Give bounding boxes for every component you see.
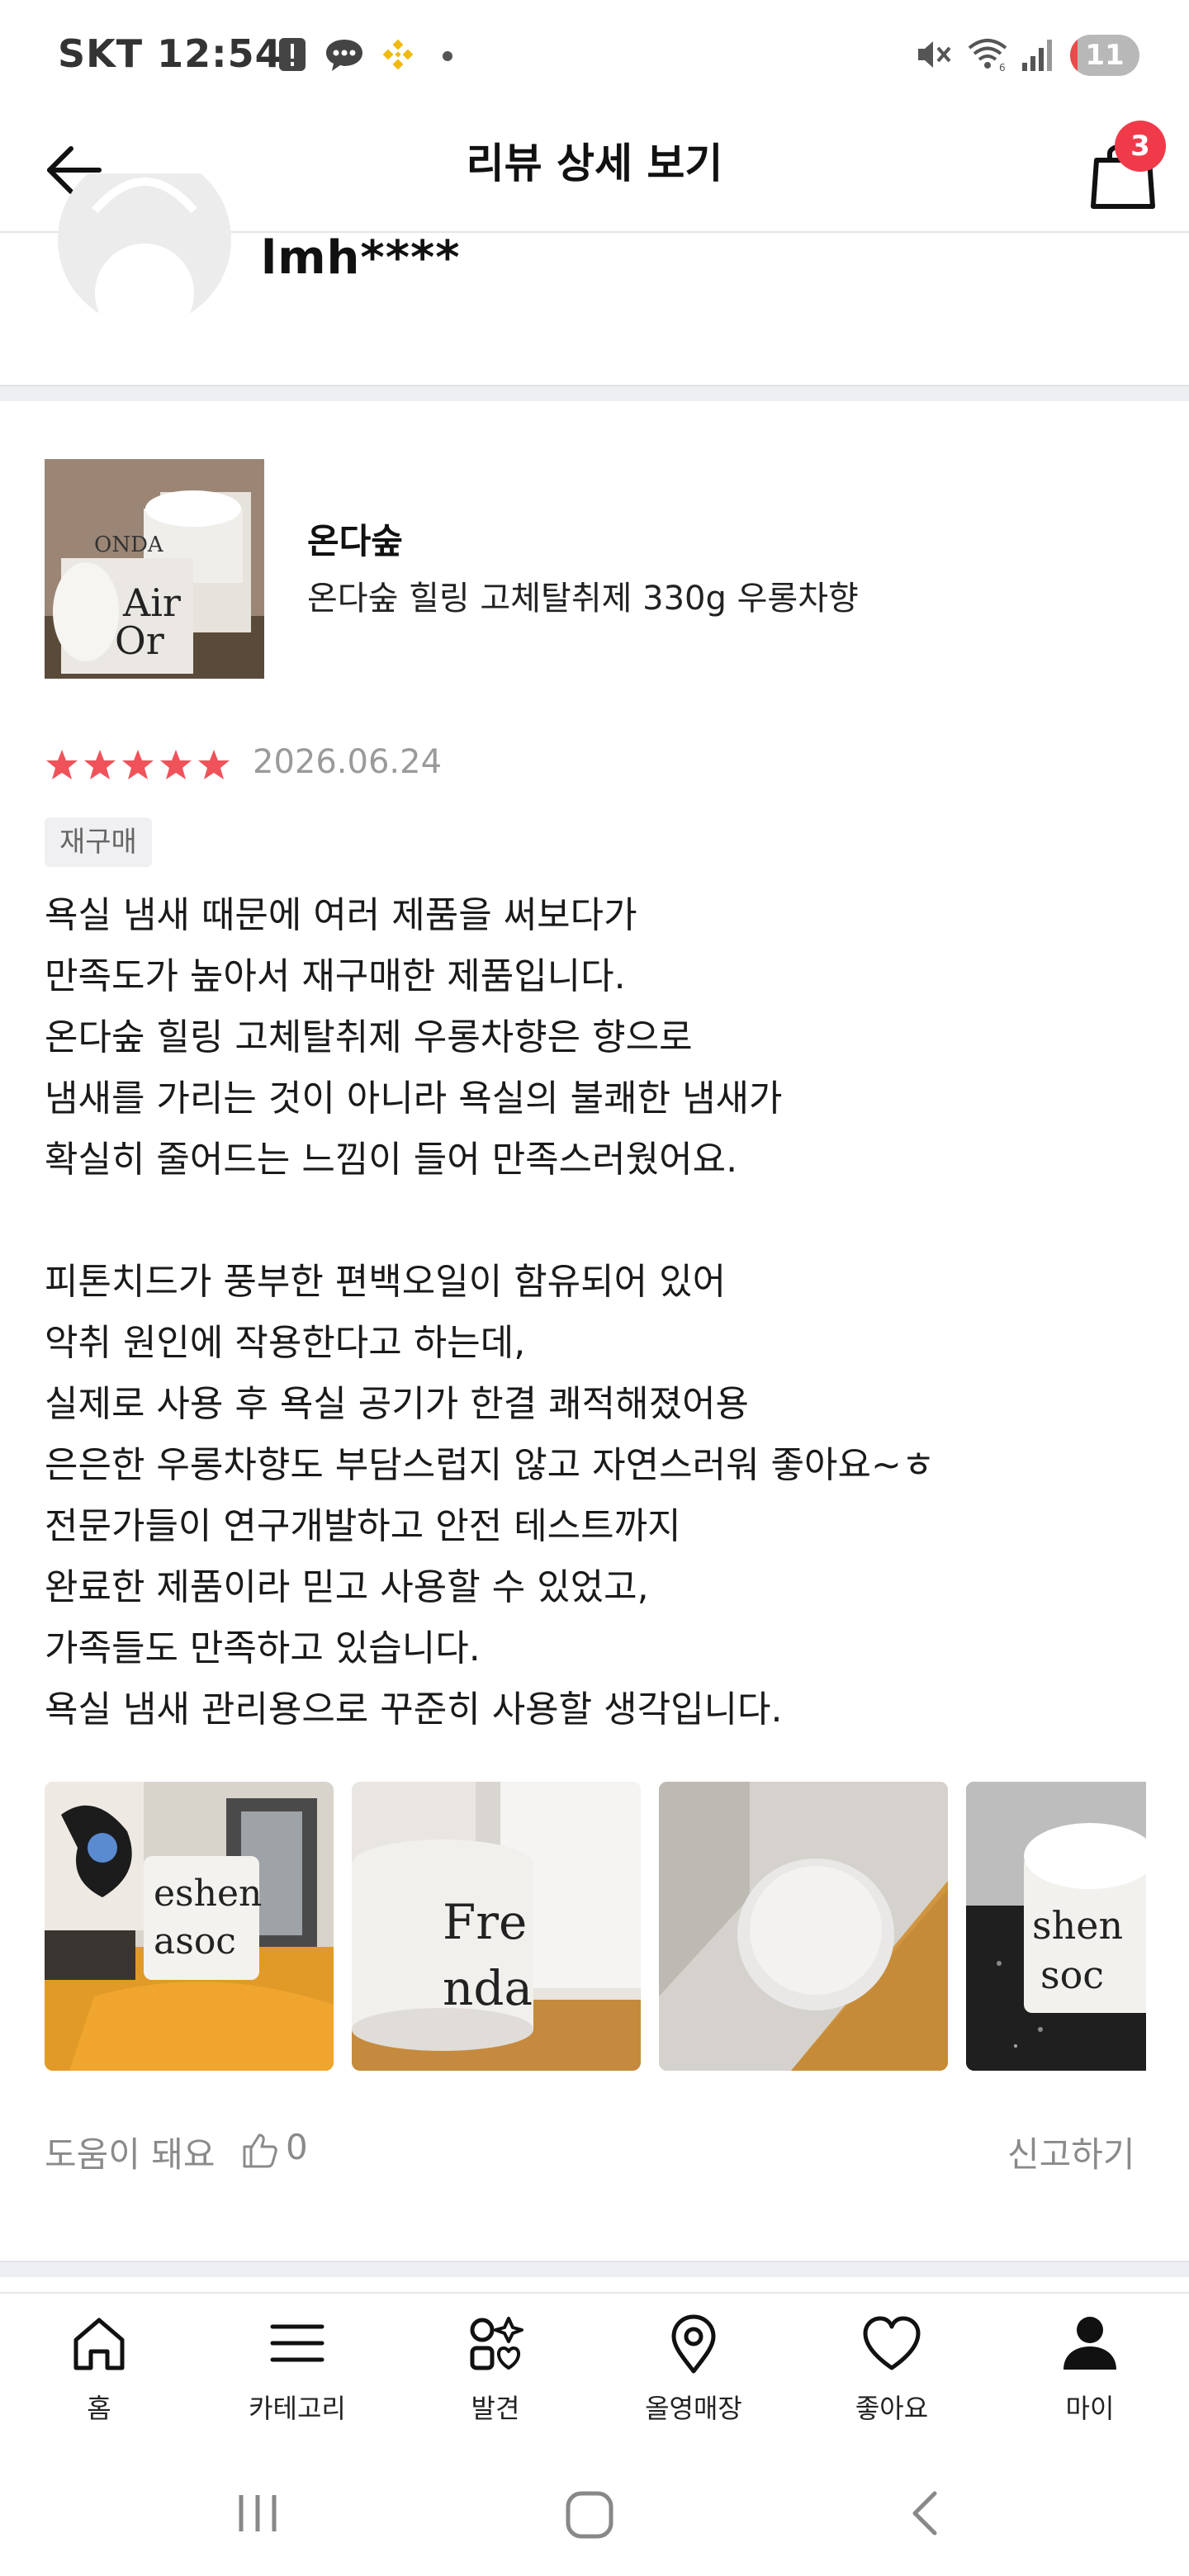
- wifi-icon: 6: [968, 39, 1007, 73]
- status-carrier-time: SKT 12:54: [58, 31, 282, 76]
- svg-text:asoc: asoc: [154, 1920, 236, 1963]
- home-button-icon[interactable]: [563, 2488, 616, 2541]
- review-date: 2026.06.24: [253, 743, 443, 781]
- home-icon: [73, 2318, 125, 2370]
- svg-text:ONDA: ONDA: [94, 533, 164, 557]
- discover-icon: [470, 2317, 523, 2370]
- nav-item-my[interactable]: 마이: [991, 2310, 1189, 2442]
- rating-stars: [46, 750, 230, 779]
- helpful-button[interactable]: 도움이 돼요: [45, 2127, 216, 2177]
- svg-text:nda: nda: [443, 1960, 533, 2016]
- menu-icon: [270, 2324, 324, 2362]
- system-back-icon[interactable]: [900, 2488, 950, 2538]
- location-icon: [671, 2314, 716, 2374]
- reviewer-username: lmh****: [261, 231, 461, 285]
- thumbs-up-icon[interactable]: [239, 2130, 279, 2170]
- review-photo-strip[interactable]: eshen asoc Fre nda shen soc: [45, 1782, 1146, 2071]
- alert-icon: [279, 38, 306, 71]
- avatar: [58, 173, 231, 326]
- status-time: 12:54: [157, 31, 282, 76]
- section-divider: [0, 385, 1189, 401]
- more-notifications-dot: [443, 51, 452, 61]
- nav-label-my: 마이: [1065, 2393, 1115, 2424]
- mute-icon: [918, 41, 951, 68]
- svg-text:shen: shen: [1032, 1903, 1123, 1948]
- recent-apps-icon[interactable]: [233, 2488, 282, 2538]
- battery-indicator: 11: [1070, 35, 1139, 76]
- nav-label-category: 카테고리: [249, 2393, 346, 2424]
- nav-label-discover: 발견: [471, 2393, 520, 2424]
- status-bar: SKT 12:54 6 11: [0, 0, 1189, 107]
- star-icon: [46, 750, 230, 779]
- bottom-navigation: 홈 카테고리 발견 올영매장 좋아요 마이: [0, 2292, 1189, 2459]
- svg-text:Or: Or: [115, 618, 164, 663]
- signal-icon: [1022, 40, 1052, 71]
- repurchase-tag: 재구매: [45, 817, 152, 867]
- nav-item-discover[interactable]: 발견: [396, 2310, 594, 2442]
- battery-level: 11: [1085, 39, 1125, 72]
- system-navigation-bar: [0, 2457, 1189, 2576]
- review-photo[interactable]: eshen asoc: [45, 1782, 334, 2071]
- svg-text:eshen: eshen: [154, 1873, 262, 1915]
- nav-label-store: 올영매장: [645, 2393, 742, 2424]
- report-button[interactable]: 신고하기: [1007, 2127, 1135, 2177]
- review-photo[interactable]: Fre nda: [352, 1782, 641, 2071]
- nav-item-category[interactable]: 카테고리: [198, 2310, 396, 2442]
- svg-text:Fre: Fre: [443, 1894, 527, 1950]
- person-icon: [1063, 2317, 1116, 2370]
- carrier-label: SKT: [58, 31, 144, 76]
- product-brand[interactable]: 온다숲: [307, 514, 403, 564]
- section-divider: [0, 2261, 1189, 2277]
- review-photo[interactable]: shen soc: [966, 1782, 1146, 2071]
- helpful-count: 0: [286, 2127, 308, 2167]
- review-text: 욕실 냄새 때문에 여러 제품을 써보다가 만족도가 높아서 재구매한 제품입니…: [45, 894, 936, 1731]
- nav-item-store[interactable]: 올영매장: [594, 2310, 793, 2442]
- product-thumbnail[interactable]: Air Or ONDA: [45, 459, 264, 679]
- nav-item-home[interactable]: 홈: [0, 2310, 198, 2442]
- svg-text:6: 6: [999, 62, 1006, 73]
- chat-icon: [326, 40, 362, 71]
- svg-text:soc: soc: [1040, 1953, 1104, 1997]
- product-name[interactable]: 온다숲 힐링 고체탈취제 330g 우롱차향: [307, 571, 859, 619]
- nav-label-likes: 좋아요: [855, 2393, 929, 2424]
- nav-label-home: 홈: [87, 2393, 111, 2424]
- heart-icon: [863, 2316, 921, 2370]
- binance-icon: [382, 39, 414, 70]
- nav-item-likes[interactable]: 좋아요: [793, 2310, 991, 2442]
- cart-count-badge: 3: [1115, 121, 1166, 172]
- review-photo[interactable]: [659, 1782, 948, 2071]
